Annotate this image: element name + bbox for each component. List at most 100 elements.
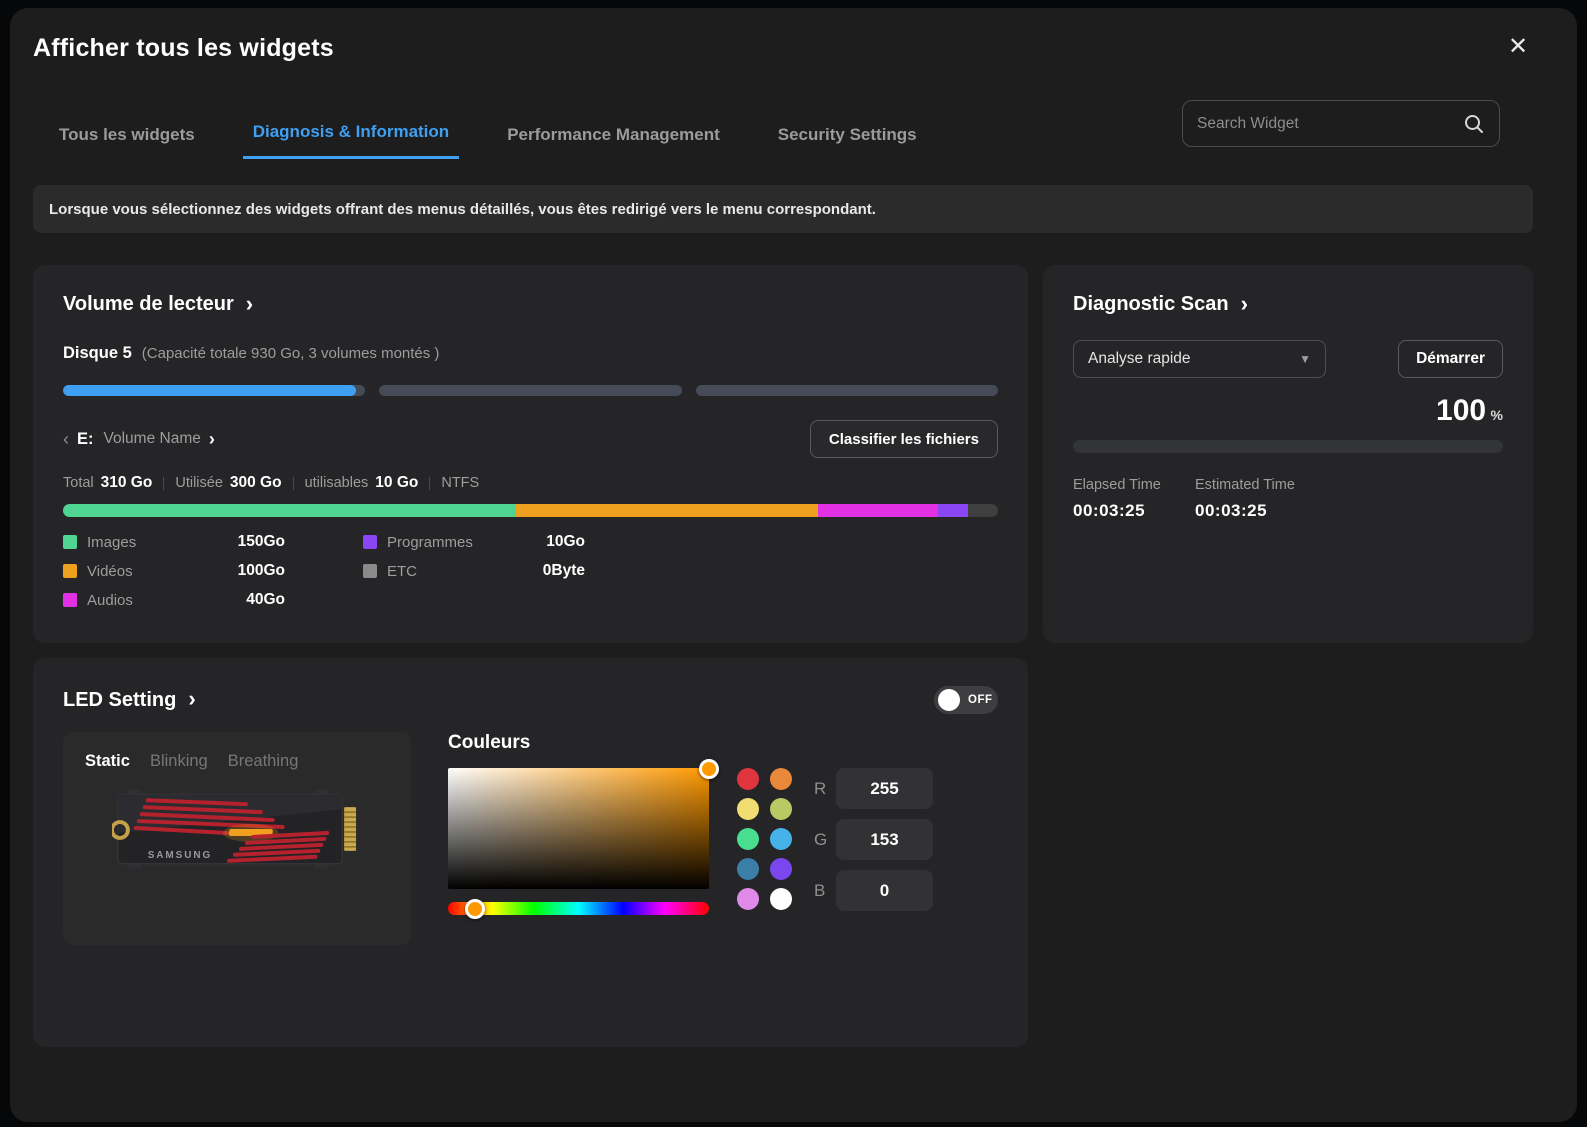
usage-legend: Images 150Go Vidéos 100Go Audios 40Go	[63, 533, 998, 609]
swatch-red[interactable]	[737, 768, 759, 790]
mode-tab-static[interactable]: Static	[85, 752, 130, 771]
volume-card: Volume de lecteur › Disque 5 (Capacité t…	[33, 265, 1028, 643]
divider	[429, 477, 430, 490]
search-icon[interactable]	[1463, 113, 1485, 135]
next-volume-icon[interactable]: ›	[209, 429, 215, 450]
chevron-down-icon: ▼	[1299, 352, 1311, 366]
tab-security-settings[interactable]: Security Settings	[768, 119, 927, 159]
estimated-time-value: 00:03:25	[1195, 501, 1317, 521]
saturation-value-picker[interactable]	[448, 768, 709, 889]
legend-item-programmes: Programmes 10Go	[363, 533, 585, 551]
usage-seg-videos	[516, 504, 818, 517]
legend-swatch-videos	[63, 564, 77, 578]
usage-seg-images	[63, 504, 516, 517]
legend-label: Images	[87, 534, 238, 551]
stat-free-label: utilisables	[305, 475, 369, 491]
legend-value: 0Byte	[543, 562, 585, 580]
prev-volume-icon[interactable]: ‹	[63, 429, 69, 450]
page-title: Afficher tous les widgets	[33, 34, 334, 63]
tab-performance-management[interactable]: Performance Management	[497, 119, 730, 159]
tab-bar: Tous les widgets Diagnosis & Information…	[49, 116, 927, 159]
legend-swatch-images	[63, 535, 77, 549]
rgb-g-label: G	[814, 830, 836, 850]
hue-slider[interactable]	[448, 902, 709, 915]
legend-item-videos: Vidéos 100Go	[63, 562, 285, 580]
colors-title: Couleurs	[448, 732, 933, 754]
widgets-modal: Afficher tous les widgets ✕ Tous les wid…	[10, 8, 1577, 1122]
rgb-inputs: R 255 G 153 B 0	[814, 768, 933, 915]
elapsed-time-value: 00:03:25	[1073, 501, 1195, 521]
swatch-orange[interactable]	[770, 768, 792, 790]
legend-label: Vidéos	[87, 563, 238, 580]
estimated-time-label: Estimated Time	[1195, 477, 1317, 493]
diagnostic-scan-card: Diagnostic Scan › Analyse rapide ▼ Démar…	[1043, 265, 1533, 643]
chevron-right-icon[interactable]: ›	[246, 293, 253, 315]
info-banner-text: Lorsque vous sélectionnez des widgets of…	[49, 201, 876, 218]
rgb-b-field[interactable]: 0	[836, 870, 933, 911]
volume-name: Volume Name	[104, 430, 201, 448]
stat-used-value: 300 Go	[230, 474, 282, 492]
rgb-b-label: B	[814, 881, 836, 901]
legend-value: 40Go	[246, 591, 285, 609]
stat-total-value: 310 Go	[101, 474, 153, 492]
disk-name: Disque 5	[63, 344, 132, 363]
scan-progress-unit: %	[1491, 407, 1503, 423]
stat-free-value: 10 Go	[375, 474, 418, 492]
swatch-steel-blue[interactable]	[737, 858, 759, 880]
diagnostic-card-title: Diagnostic Scan	[1073, 293, 1229, 316]
search-input[interactable]	[1197, 115, 1463, 133]
led-toggle[interactable]: OFF	[934, 686, 998, 714]
legend-value: 150Go	[238, 533, 285, 551]
tab-diagnosis-information[interactable]: Diagnosis & Information	[243, 116, 459, 159]
swatch-yellow-green[interactable]	[770, 798, 792, 820]
sv-picker-handle[interactable]	[699, 759, 719, 779]
hue-slider-handle[interactable]	[465, 899, 485, 919]
usage-bar	[63, 504, 998, 517]
rgb-r-label: R	[814, 779, 836, 799]
start-scan-button[interactable]: Démarrer	[1398, 340, 1503, 378]
legend-label: Programmes	[387, 534, 546, 551]
info-banner: Lorsque vous sélectionnez des widgets of…	[33, 185, 1533, 233]
chevron-right-icon[interactable]: ›	[1241, 293, 1248, 315]
volume-bar-1[interactable]	[63, 385, 365, 396]
led-mode-panel: Static Blinking Breathing	[63, 732, 411, 945]
swatch-orchid[interactable]	[737, 888, 759, 910]
mode-tab-blinking[interactable]: Blinking	[150, 752, 208, 771]
swatch-purple[interactable]	[770, 858, 792, 880]
volume-bar-1-fill	[63, 385, 356, 396]
legend-label: ETC	[387, 563, 543, 580]
volume-bar-3[interactable]	[696, 385, 998, 396]
search-widget-box[interactable]	[1182, 100, 1500, 147]
ssd-brand-text: SAMSUNG	[148, 850, 213, 861]
legend-swatch-audios	[63, 593, 77, 607]
chevron-right-icon[interactable]: ›	[188, 688, 195, 710]
stat-total-label: Total	[63, 475, 94, 491]
swatch-green[interactable]	[737, 828, 759, 850]
volume-bar-2[interactable]	[379, 385, 681, 396]
scan-type-dropdown[interactable]: Analyse rapide ▼	[1073, 340, 1326, 378]
swatch-yellow[interactable]	[737, 798, 759, 820]
led-toggle-state: OFF	[968, 694, 993, 706]
scan-progress-bar	[1073, 440, 1503, 453]
legend-value: 10Go	[546, 533, 585, 551]
swatch-sky-blue[interactable]	[770, 828, 792, 850]
usage-seg-programmes	[938, 504, 968, 517]
swatch-white[interactable]	[770, 888, 792, 910]
legend-item-images: Images 150Go	[63, 533, 285, 551]
rgb-r-field[interactable]: 255	[836, 768, 933, 809]
led-toggle-knob[interactable]	[938, 689, 960, 711]
legend-label: Audios	[87, 592, 246, 609]
scan-type-selected: Analyse rapide	[1088, 350, 1299, 368]
drive-letter: E:	[77, 430, 94, 449]
mode-tab-breathing[interactable]: Breathing	[228, 752, 299, 771]
close-icon[interactable]: ✕	[1503, 32, 1533, 62]
classify-files-button[interactable]: Classifier les fichiers	[810, 420, 998, 458]
stat-filesystem-label: NTFS	[441, 475, 479, 491]
rgb-g-field[interactable]: 153	[836, 819, 933, 860]
legend-item-etc: ETC 0Byte	[363, 562, 585, 580]
volume-card-title: Volume de lecteur	[63, 293, 234, 316]
tab-tous-les-widgets[interactable]: Tous les widgets	[49, 119, 205, 159]
led-card-title: LED Setting	[63, 689, 176, 712]
ssd-image: SAMSUNG	[85, 787, 389, 871]
scan-progress-percent: 100	[1436, 394, 1486, 427]
